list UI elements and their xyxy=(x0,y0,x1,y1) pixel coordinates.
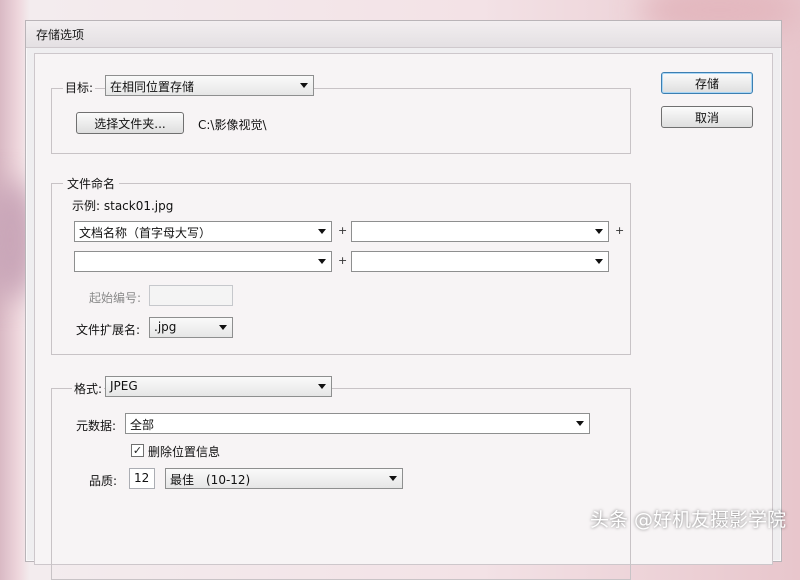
name-field-1-value: 文档名称（首字母大写） xyxy=(79,226,212,240)
chevron-down-icon xyxy=(318,259,326,264)
chevron-down-icon xyxy=(389,476,397,481)
format-select[interactable]: JPEG xyxy=(105,376,332,397)
name-field-1[interactable]: 文档名称（首字母大写） xyxy=(74,221,332,242)
metadata-label: 元数据: xyxy=(76,419,117,433)
name-field-4[interactable] xyxy=(351,251,609,272)
destination-path: C:\影像视觉\ xyxy=(198,118,267,132)
choose-folder-button[interactable]: 选择文件夹... xyxy=(76,112,184,134)
chevron-down-icon xyxy=(318,384,326,389)
metadata-select-value: 全部 xyxy=(130,418,155,432)
cancel-button[interactable]: 取消 xyxy=(661,106,753,128)
format-select-value: JPEG xyxy=(110,379,138,393)
chevron-down-icon xyxy=(595,259,603,264)
destination-label: 目标: xyxy=(63,79,96,96)
save-button[interactable]: 存储 xyxy=(661,72,753,94)
plus-sign: + xyxy=(338,224,348,237)
chevron-down-icon xyxy=(595,229,603,234)
quality-label: 品质: xyxy=(89,474,118,488)
extension-select-value: .jpg xyxy=(154,320,177,334)
plus-sign: + xyxy=(615,224,625,237)
chevron-down-icon xyxy=(318,229,326,234)
save-options-dialog: 存储选项 目标: 在相同位置存储 选择文件夹... C:\影像视觉\ 存储 取消… xyxy=(25,20,782,580)
destination-select[interactable]: 在相同位置存储 xyxy=(105,75,314,96)
remove-location-label: 删除位置信息 xyxy=(148,445,221,459)
dialog-content: 目标: 在相同位置存储 选择文件夹... C:\影像视觉\ 存储 取消 文件命名… xyxy=(34,53,773,580)
extension-select[interactable]: .jpg xyxy=(149,317,233,338)
destination-select-value: 在相同位置存储 xyxy=(110,80,195,94)
quality-preset-select[interactable]: 最佳 (10-12) xyxy=(165,468,403,489)
quality-preset-value: 最佳 (10-12) xyxy=(170,473,251,487)
file-naming-title: 文件命名 xyxy=(63,175,120,192)
plus-sign: + xyxy=(338,254,348,267)
name-field-3[interactable] xyxy=(74,251,332,272)
start-number-input[interactable] xyxy=(149,285,233,306)
start-number-label: 起始编号: xyxy=(89,291,142,305)
window-title: 存储选项 xyxy=(36,28,85,42)
chevron-down-icon xyxy=(219,325,227,330)
quality-input[interactable]: 12 xyxy=(129,468,155,489)
chevron-down-icon xyxy=(300,83,308,88)
remove-location-checkbox[interactable]: ✓ xyxy=(131,444,144,457)
extension-label: 文件扩展名: xyxy=(76,323,141,337)
watermark: 头条 @好机友摄影学院 xyxy=(589,509,786,531)
chevron-down-icon xyxy=(576,421,584,426)
format-label: 格式: xyxy=(72,380,105,397)
metadata-select[interactable]: 全部 xyxy=(125,413,590,434)
name-field-2[interactable] xyxy=(351,221,609,242)
title-bar: 存储选项 xyxy=(26,21,781,48)
file-naming-example: 示例: stack01.jpg xyxy=(72,199,174,213)
